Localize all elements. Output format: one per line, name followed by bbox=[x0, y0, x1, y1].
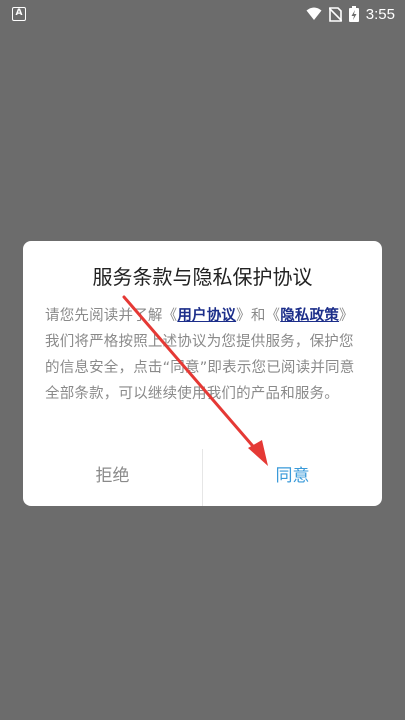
privacy-policy-link[interactable]: 隐私政策 bbox=[280, 308, 339, 324]
agree-button[interactable]: 同意 bbox=[203, 441, 382, 506]
dialog-body: 请您先阅读并了解《用户协议》和《隐私政策》我们将严格按照上述协议为您提供服务，保… bbox=[45, 303, 363, 407]
body-prefix: 请您先阅读并了解《 bbox=[45, 308, 178, 324]
app-notification-icon: A bbox=[12, 7, 26, 21]
status-left: A bbox=[12, 7, 26, 21]
body-middle: 》和《 bbox=[236, 308, 281, 324]
dialog-title: 服务条款与隐私保护协议 bbox=[92, 265, 313, 289]
dialog-actions: 拒绝 同意 bbox=[23, 441, 382, 506]
status-right: 3:55 bbox=[306, 6, 395, 23]
status-time: 3:55 bbox=[365, 5, 395, 23]
battery-charging-icon bbox=[348, 6, 359, 22]
status-bar: A 3:55 bbox=[0, 0, 405, 28]
no-sim-icon bbox=[328, 6, 342, 22]
user-agreement-link[interactable]: 用户协议 bbox=[177, 308, 236, 324]
privacy-agreement-dialog: 服务条款与隐私保护协议 请您先阅读并了解《用户协议》和《隐私政策》我们将严格按照… bbox=[23, 241, 382, 506]
wifi-icon bbox=[306, 7, 322, 20]
reject-button[interactable]: 拒绝 bbox=[23, 441, 202, 506]
